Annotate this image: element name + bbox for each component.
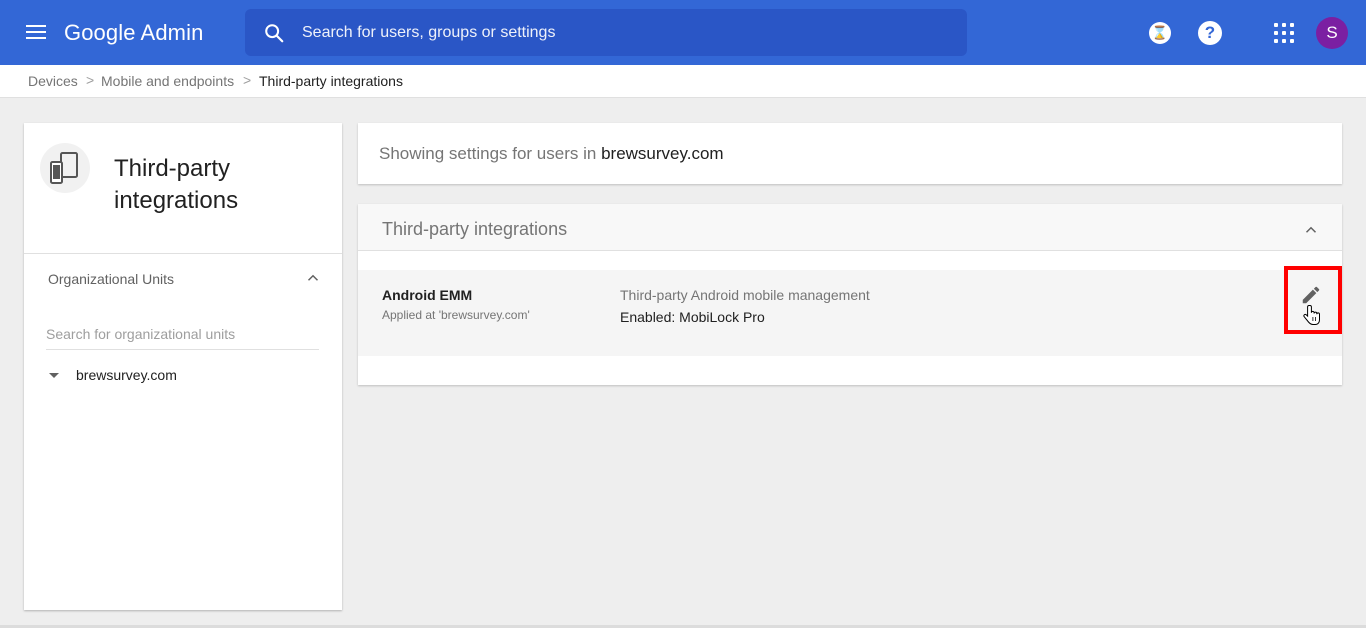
global-search-bar[interactable]: Search for users, groups or settings [245, 9, 967, 56]
account-avatar[interactable]: S [1316, 17, 1348, 49]
page-title: Third-party integrations [114, 155, 239, 214]
hand-cursor-icon [1303, 305, 1320, 325]
hourglass-icon[interactable]: ⌛ [1149, 22, 1171, 44]
scope-domain: brewsurvey.com [601, 144, 724, 163]
section-header[interactable]: Third-party integrations [358, 204, 1342, 251]
menu-icon[interactable] [24, 20, 48, 44]
breadcrumb-devices[interactable]: Devices [28, 73, 78, 89]
chevron-up-icon[interactable] [1302, 221, 1320, 239]
caret-down-icon[interactable] [49, 373, 59, 378]
breadcrumb-mobile-endpoints[interactable]: Mobile and endpoints [101, 73, 234, 89]
breadcrumb-separator: > [243, 72, 252, 88]
setting-description: Third-party Android mobile management [620, 287, 870, 303]
devices-icon [40, 143, 90, 193]
chevron-up-icon[interactable] [304, 269, 322, 287]
org-units-header: Organizational Units [48, 271, 175, 287]
setting-value: Enabled: MobiLock Pro [620, 309, 765, 325]
edit-pencil-icon[interactable] [1300, 284, 1322, 306]
breadcrumb-separator: > [86, 72, 95, 88]
top-app-bar: Google Admin Search for users, groups or… [0, 0, 1366, 65]
divider [24, 253, 342, 254]
breadcrumb-current: Third-party integrations [259, 73, 403, 89]
apps-icon[interactable] [1274, 23, 1294, 43]
help-icon[interactable]: ? [1198, 21, 1222, 45]
left-panel: Third-party integrations Organizational … [24, 123, 342, 610]
scope-prefix: Showing settings for users in [379, 144, 597, 163]
org-unit-search-input[interactable]: Search for organizational units [46, 323, 319, 350]
setting-row-android-emm[interactable]: Android EMM Applied at 'brewsurvey.com' … [358, 270, 1342, 356]
scope-info-text: Showing settings for users in brewsurvey… [379, 144, 724, 164]
breadcrumb: Devices > Mobile and endpoints > Third-p… [0, 65, 1366, 98]
scope-info-card: Showing settings for users in brewsurvey… [358, 123, 1342, 184]
setting-applied-at: Applied at 'brewsurvey.com' [382, 308, 530, 322]
settings-card: Third-party integrations Android EMM App… [358, 204, 1342, 385]
app-logo[interactable]: Google Admin [64, 20, 203, 46]
section-title: Third-party integrations [382, 219, 568, 239]
search-input[interactable]: Search for users, groups or settings [302, 24, 555, 42]
org-unit-root[interactable]: brewsurvey.com [76, 367, 177, 383]
search-icon [265, 24, 284, 43]
setting-name: Android EMM [382, 287, 473, 303]
